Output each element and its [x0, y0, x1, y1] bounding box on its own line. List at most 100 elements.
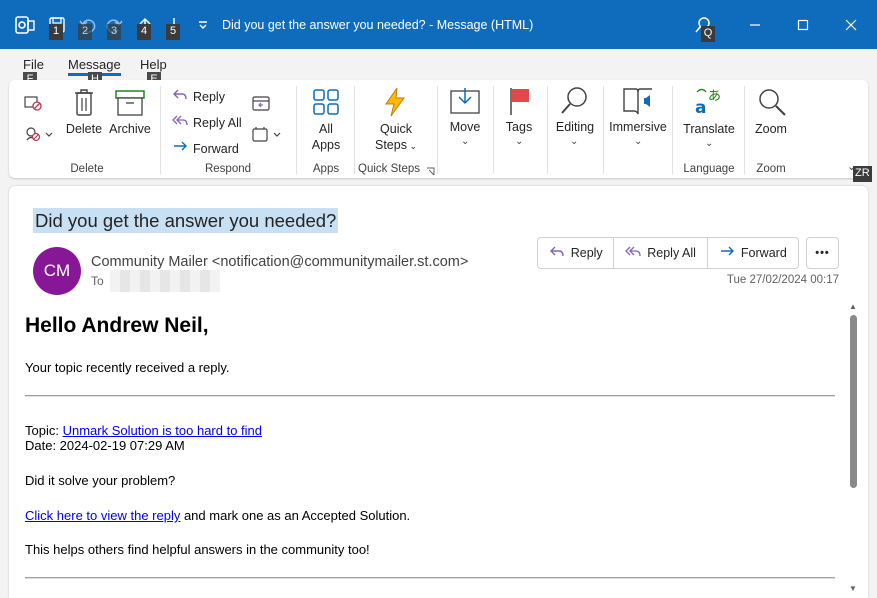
view-reply-rest: and mark one as an Accepted Solution.	[180, 508, 411, 523]
move-button[interactable]: Move	[440, 119, 490, 135]
date-line: Date: 2024-02-19 07:29 AM	[25, 438, 185, 453]
divider	[744, 86, 745, 174]
forward-action-button[interactable]: Forward	[708, 238, 798, 268]
keytip-q: Q	[701, 26, 715, 42]
avatar[interactable]: CM	[33, 247, 81, 295]
reply-all-button[interactable]: Reply All	[172, 114, 242, 131]
title-bar: 1 2 3 4 5 Did you get the answer you nee…	[0, 0, 877, 49]
chevron-down-icon: ⌄	[705, 138, 714, 149]
archive-button[interactable]: Archive	[106, 121, 154, 137]
meeting-reply-icon[interactable]	[252, 95, 270, 114]
forward-icon	[719, 245, 735, 262]
forward-icon	[172, 140, 188, 157]
move-icon[interactable]	[450, 87, 480, 118]
keytip-1: 1	[49, 24, 63, 40]
divider	[672, 86, 673, 174]
keytip-4: 4	[137, 24, 151, 40]
group-label-apps: Apps	[312, 163, 340, 175]
chevron-down-icon: ⌄	[515, 136, 524, 147]
reply-all-action-button[interactable]: Reply All	[614, 238, 708, 268]
avatar-initials: CM	[43, 261, 71, 280]
reply-all-label: Reply All	[193, 115, 242, 130]
editing-magnifier-icon[interactable]	[559, 85, 591, 120]
group-label-language: Language	[683, 163, 735, 175]
divider	[296, 86, 297, 174]
chevron-down-icon: ⌄	[461, 136, 470, 147]
chevron-down-icon: ⌄	[634, 136, 643, 147]
menu-help[interactable]: Help	[140, 57, 167, 72]
horizontal-rule	[25, 395, 835, 397]
reply-icon	[549, 245, 565, 262]
sender-address[interactable]: Community Mailer <notification@community…	[91, 254, 468, 270]
more-respond-icon[interactable]	[252, 126, 282, 145]
forward-action-label: Forward	[740, 246, 787, 260]
translate-button[interactable]: Translate	[680, 121, 738, 137]
received-date: Tue 27/02/2024 00:17	[726, 274, 839, 286]
divider	[547, 86, 548, 174]
editing-button[interactable]: Editing	[550, 119, 600, 135]
maximize-icon[interactable]	[792, 14, 814, 36]
menu-file[interactable]: File	[23, 57, 44, 72]
group-label-respond: Respond	[204, 163, 252, 175]
more-actions-button[interactable]: •••	[806, 237, 839, 269]
delete-icon[interactable]	[72, 88, 96, 121]
flag-icon[interactable]	[508, 86, 532, 119]
immersive-button[interactable]: Immersive	[606, 119, 670, 135]
chevron-down-icon: ⌄	[570, 136, 579, 147]
scroll-down-icon[interactable]: ▼	[849, 584, 857, 593]
reply-action-label: Reply	[570, 246, 603, 260]
group-label-quick-steps: Quick Steps	[358, 163, 420, 175]
ignore-icon[interactable]	[24, 95, 42, 114]
zoom-button[interactable]: Zoom	[748, 121, 794, 137]
keytip-2: 2	[78, 24, 92, 40]
view-reply-link[interactable]: Click here to view the reply	[25, 508, 180, 523]
zoom-icon[interactable]	[756, 86, 788, 121]
dialog-launcher-icon[interactable]	[426, 165, 435, 179]
customize-toolbar-icon[interactable]	[192, 14, 214, 36]
horizontal-rule	[25, 577, 835, 579]
tags-button[interactable]: Tags	[499, 119, 539, 135]
close-icon[interactable]	[840, 14, 862, 36]
keytip-3: 3	[107, 24, 121, 40]
question-text: Did it solve your problem?	[25, 473, 176, 488]
intro-text: Your topic recently received a reply.	[25, 360, 230, 375]
scroll-up-icon[interactable]: ▲	[849, 302, 857, 311]
translate-icon[interactable]: aあ	[694, 86, 724, 119]
outlook-app-icon	[14, 14, 36, 36]
group-label-delete: Delete	[70, 163, 104, 175]
divider	[437, 86, 438, 174]
all-apps-line2: Apps	[311, 138, 341, 152]
divider	[603, 86, 604, 174]
quick-steps-icon[interactable]	[382, 87, 408, 120]
window-title: Did you get the answer you needed? - Mes…	[222, 18, 534, 32]
delete-button[interactable]: Delete	[62, 121, 106, 137]
all-apps-icon[interactable]	[312, 88, 340, 119]
reply-label: Reply	[193, 89, 225, 104]
scrollbar-thumb[interactable]	[850, 315, 857, 488]
keytip-zr: ZR	[853, 166, 872, 182]
archive-icon[interactable]	[115, 89, 145, 120]
junk-icon[interactable]	[24, 126, 54, 145]
helps-text: This helps others find helpful answers i…	[25, 542, 370, 557]
reply-icon	[172, 88, 188, 105]
keytip-5: 5	[166, 24, 180, 40]
greeting-heading: Hello Andrew Neil,	[25, 314, 209, 337]
message-subject[interactable]: Did you get the answer you needed?	[33, 208, 339, 233]
message-actions: Reply Reply All Forward	[537, 237, 799, 269]
reply-action-button[interactable]: Reply	[538, 238, 615, 268]
all-apps-button[interactable]: All Apps	[303, 121, 349, 153]
topic-link[interactable]: Unmark Solution is too hard to find	[63, 423, 262, 438]
immersive-reader-icon[interactable]	[622, 86, 656, 119]
divider	[354, 86, 355, 174]
minimize-icon[interactable]	[744, 14, 766, 36]
quick-steps-line2: Steps	[374, 138, 407, 152]
divider	[493, 86, 494, 174]
to-label: To	[91, 274, 104, 288]
all-apps-line1: All	[319, 122, 333, 136]
reply-all-icon	[172, 114, 188, 131]
topic-label: Topic:	[25, 423, 63, 438]
quick-steps-button[interactable]: Quick Steps ⌄	[368, 121, 424, 154]
forward-button[interactable]: Forward	[172, 140, 239, 157]
topic-line: Topic: Unmark Solution is too hard to fi…	[25, 423, 262, 438]
reply-button[interactable]: Reply	[172, 88, 225, 105]
